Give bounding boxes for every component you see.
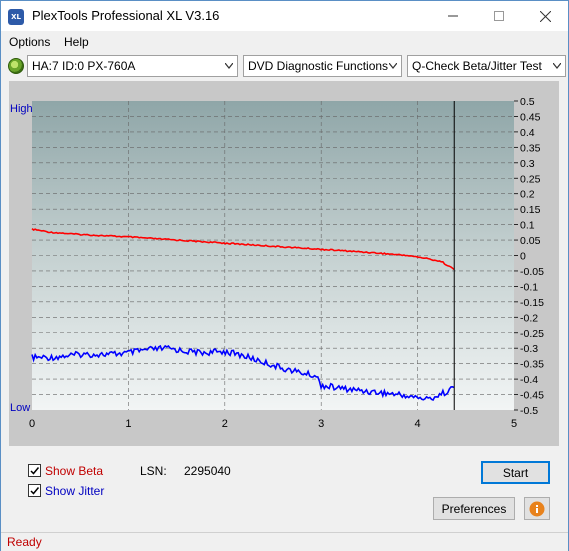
chevron-down-icon xyxy=(553,63,561,69)
function-select-value: DVD Diagnostic Functions xyxy=(248,59,389,73)
y-tick-label: 0 xyxy=(520,251,526,263)
y-tick-label: -0.2 xyxy=(520,312,538,324)
maximize-icon xyxy=(494,11,504,21)
menu-help[interactable]: Help xyxy=(64,35,89,49)
show-jitter-label[interactable]: Show Jitter xyxy=(45,484,104,498)
y-tick-label: 0.4 xyxy=(520,127,535,139)
y-tick-label: 0.45 xyxy=(520,111,541,123)
y-tick-label: -0.45 xyxy=(520,390,544,402)
start-button[interactable]: Start xyxy=(481,461,550,484)
lsn-label: LSN: xyxy=(140,464,167,478)
status-text: Ready xyxy=(7,535,42,549)
y-tick-label: 0.25 xyxy=(520,173,541,185)
y-tick-label: -0.05 xyxy=(520,266,544,278)
preferences-button[interactable]: Preferences xyxy=(433,497,515,520)
y-tick-label: 0.3 xyxy=(520,158,535,170)
chart-panel: High Low 0.5 0.45 0.4 0.35 0.3 0.25 0.2 0.15 0.1… xyxy=(9,81,559,446)
y-tick-label: 0.05 xyxy=(520,235,541,247)
app-logo-icon: XL xyxy=(8,9,24,25)
drive-disc-icon xyxy=(8,58,24,74)
y-tick-label: -0.5 xyxy=(520,405,538,417)
test-select[interactable]: Q-Check Beta/Jitter Test xyxy=(407,55,566,77)
test-select-value: Q-Check Beta/Jitter Test xyxy=(412,59,542,73)
lsn-value: 2295040 xyxy=(184,464,231,478)
y-tick-label: -0.15 xyxy=(520,297,544,309)
y-tick-label: -0.3 xyxy=(520,343,538,355)
beta-jitter-chart: High Low 0.50.450.40.350.30.250.20.150.1… xyxy=(10,96,544,430)
x-tick-label: 4 xyxy=(415,418,421,430)
close-icon xyxy=(539,10,551,22)
chevron-down-icon xyxy=(389,63,397,69)
minimize-button[interactable] xyxy=(430,1,476,31)
minimize-icon xyxy=(448,15,458,17)
x-tick-label: 5 xyxy=(511,418,517,430)
y-tick-label: 0.35 xyxy=(520,142,541,154)
info-icon xyxy=(529,501,545,516)
preferences-button-label: Preferences xyxy=(441,501,507,516)
x-tick-label: 3 xyxy=(318,418,324,430)
app-window: XL PlexTools Professional XL V3.16 Optio… xyxy=(0,0,569,551)
y-tick-label: 0.2 xyxy=(520,189,535,201)
show-jitter-checkbox[interactable] xyxy=(28,484,41,497)
options-panel: Show Beta Show Jitter LSN: 2295040 Start… xyxy=(9,451,559,531)
show-beta-label[interactable]: Show Beta xyxy=(45,464,103,478)
status-bar: Ready xyxy=(1,532,568,551)
show-beta-checkbox[interactable] xyxy=(28,464,41,477)
start-button-label: Start xyxy=(502,465,529,480)
x-tick-label: 2 xyxy=(222,418,228,430)
x-tick-label: 1 xyxy=(125,418,131,430)
chevron-down-icon xyxy=(225,63,233,69)
drive-select-value: HA:7 ID:0 PX-760A xyxy=(32,59,136,73)
function-select[interactable]: DVD Diagnostic Functions xyxy=(243,55,402,77)
low-label: Low xyxy=(10,402,30,414)
y-tick-label: 0.5 xyxy=(520,96,535,108)
menu-bar: Options Help xyxy=(1,32,568,52)
y-tick-label: -0.35 xyxy=(520,359,544,371)
window-title: PlexTools Professional XL V3.16 xyxy=(32,8,220,23)
y-tick-label: -0.4 xyxy=(520,374,538,386)
high-label: High xyxy=(10,103,33,115)
y-tick-label: -0.1 xyxy=(520,281,538,293)
y-tick-label: -0.25 xyxy=(520,328,544,340)
info-button[interactable] xyxy=(524,497,550,520)
checkmark-icon xyxy=(30,487,40,495)
title-bar: XL PlexTools Professional XL V3.16 xyxy=(1,1,568,31)
maximize-button[interactable] xyxy=(476,1,522,31)
drive-select[interactable]: HA:7 ID:0 PX-760A xyxy=(27,55,238,77)
menu-options[interactable]: Options xyxy=(9,35,50,49)
x-tick-label: 0 xyxy=(29,418,35,430)
y-tick-label: 0.1 xyxy=(520,220,535,232)
y-tick-label: 0.15 xyxy=(520,204,541,216)
checkmark-icon xyxy=(30,467,40,475)
close-button[interactable] xyxy=(522,1,568,31)
